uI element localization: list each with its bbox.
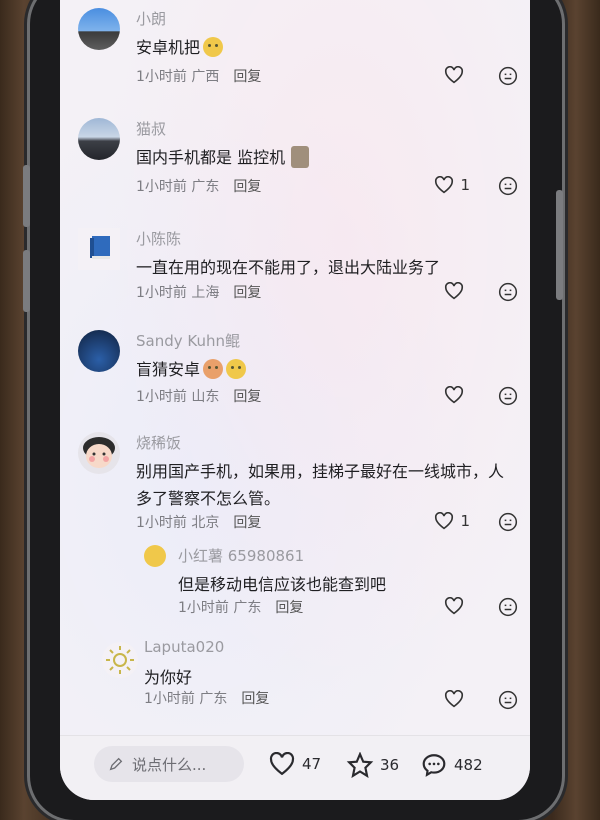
comment-item: 小朗 安卓机把 1小时前 广西 回复	[78, 8, 518, 98]
dislike-face-icon[interactable]	[498, 282, 518, 302]
comment-meta: 1小时前 广东 回复	[136, 179, 262, 195]
comment-placeholder: 说点什么...	[132, 755, 207, 774]
dislike-face-icon[interactable]	[498, 512, 518, 532]
comment-author[interactable]: Laputa020	[144, 638, 224, 656]
avatar[interactable]	[78, 432, 120, 474]
dislike-face-icon[interactable]	[498, 66, 518, 86]
post-like-count: 47	[302, 755, 322, 773]
dislike-face-icon[interactable]	[498, 176, 518, 196]
like-button[interactable]	[444, 386, 470, 404]
dislike-face-icon[interactable]	[498, 690, 518, 710]
comment-text[interactable]: 一直在用的现在不能用了，退出大陆业务了	[136, 254, 486, 281]
avatar[interactable]	[78, 228, 120, 270]
comments-button[interactable]: 482	[420, 752, 483, 778]
comment-text[interactable]: 安卓机把	[136, 34, 486, 61]
reply-button[interactable]: 回复	[233, 515, 261, 531]
comment-author[interactable]: 烧稀饭	[136, 432, 181, 453]
dislike-face-icon[interactable]	[498, 597, 518, 617]
comment-author[interactable]: Sandy Kuhn鲲	[136, 330, 240, 351]
heart-outline-icon	[444, 282, 464, 300]
comment-meta: 1小时前 广东 回复	[178, 600, 304, 616]
comments-screen: 小朗 安卓机把 1小时前 广西 回复 猫叔 国内手机都是 监控机 1小时前 广东回…	[60, 0, 530, 800]
heart-outline-icon	[444, 597, 464, 615]
comment-item: 小陈陈 一直在用的现在不能用了，退出大陆业务了 1小时前 上海 回复	[78, 228, 518, 318]
reply-button[interactable]: 回复	[275, 600, 303, 616]
dislike-face-icon[interactable]	[498, 386, 518, 406]
star-outline-icon	[346, 752, 374, 778]
emoji-icon	[226, 359, 247, 379]
reply-button[interactable]: 回复	[233, 389, 261, 405]
heart-outline-icon	[444, 690, 464, 708]
avatar[interactable]	[78, 118, 120, 160]
reply-button[interactable]: 回复	[241, 691, 269, 707]
bottom-action-bar: 说点什么... 47 36 482	[60, 735, 530, 800]
volume-up-button	[23, 165, 30, 227]
like-button[interactable]: 1	[434, 176, 470, 194]
pencil-icon	[109, 757, 123, 771]
chat-bubble-icon	[422, 754, 446, 777]
heart-outline-icon	[444, 386, 464, 404]
heart-outline-icon	[444, 66, 464, 84]
comment-meta: 1小时前 广东 回复	[144, 691, 270, 707]
comment-meta: 1小时前 北京 回复	[136, 515, 262, 531]
comment-text[interactable]: 为你好	[144, 664, 494, 691]
emoji-icon	[203, 37, 224, 57]
favorite-count: 36	[380, 756, 400, 774]
avatar[interactable]	[144, 545, 166, 567]
comment-item: Laputa020 为你好 1小时前 广东 回复	[78, 638, 518, 718]
comment-meta: 1小时前 广西 回复	[136, 69, 262, 85]
volume-down-button	[23, 250, 30, 312]
comment-item: 猫叔 国内手机都是 监控机 1小时前 广东 回复 1	[78, 118, 518, 208]
comment-text[interactable]: 盲猜安卓	[136, 356, 486, 383]
sun-icon	[106, 646, 134, 674]
avatar[interactable]	[78, 8, 120, 50]
like-button[interactable]	[444, 66, 470, 84]
avatar[interactable]	[78, 330, 120, 372]
comment-text[interactable]: 别用国产手机，如果用，挂梯子最好在一线城市，人多了警察不怎么管。	[136, 458, 506, 512]
sticker-icon	[291, 146, 310, 168]
like-count: 1	[460, 512, 470, 530]
heart-outline-icon	[269, 752, 295, 776]
comment-author[interactable]: 小红薯 65980861	[178, 545, 304, 566]
comment-item: 烧稀饭 别用国产手机，如果用，挂梯子最好在一线城市，人多了警察不怎么管。 1小时…	[78, 432, 518, 542]
favorite-button[interactable]: 36	[346, 752, 399, 778]
cartoon-face-icon	[83, 437, 115, 468]
like-count: 1	[460, 176, 470, 194]
reply-item: 小红薯 65980861 但是移动电信应该也能查到吧 1小时前 广东 回复	[144, 545, 518, 625]
power-button	[556, 190, 563, 300]
heart-outline-icon	[435, 176, 454, 194]
avatar[interactable]	[102, 642, 138, 678]
comment-meta: 1小时前 山东 回复	[136, 389, 262, 405]
reply-button[interactable]: 回复	[233, 179, 261, 195]
like-button[interactable]	[444, 282, 470, 300]
comment-item: Sandy Kuhn鲲 盲猜安卓 1小时前 山东 回复	[78, 330, 518, 410]
like-post-button[interactable]: 47	[268, 752, 321, 776]
like-button[interactable]	[444, 597, 470, 615]
comment-meta: 1小时前 上海 回复	[136, 285, 262, 301]
comment-author[interactable]: 猫叔	[136, 118, 166, 139]
emoji-icon	[203, 359, 224, 379]
comment-count: 482	[454, 756, 483, 774]
book-icon	[90, 236, 110, 259]
comment-author[interactable]: 小陈陈	[136, 228, 181, 249]
reply-button[interactable]: 回复	[233, 69, 261, 85]
comment-author[interactable]: 小朗	[136, 8, 166, 29]
comment-text[interactable]: 国内手机都是 监控机	[136, 144, 486, 171]
heart-outline-icon	[435, 512, 454, 530]
comment-text[interactable]: 但是移动电信应该也能查到吧	[178, 571, 528, 598]
reply-button[interactable]: 回复	[233, 285, 261, 301]
like-button[interactable]: 1	[434, 512, 470, 530]
comment-input[interactable]: 说点什么...	[94, 746, 244, 782]
like-button[interactable]	[444, 690, 470, 708]
